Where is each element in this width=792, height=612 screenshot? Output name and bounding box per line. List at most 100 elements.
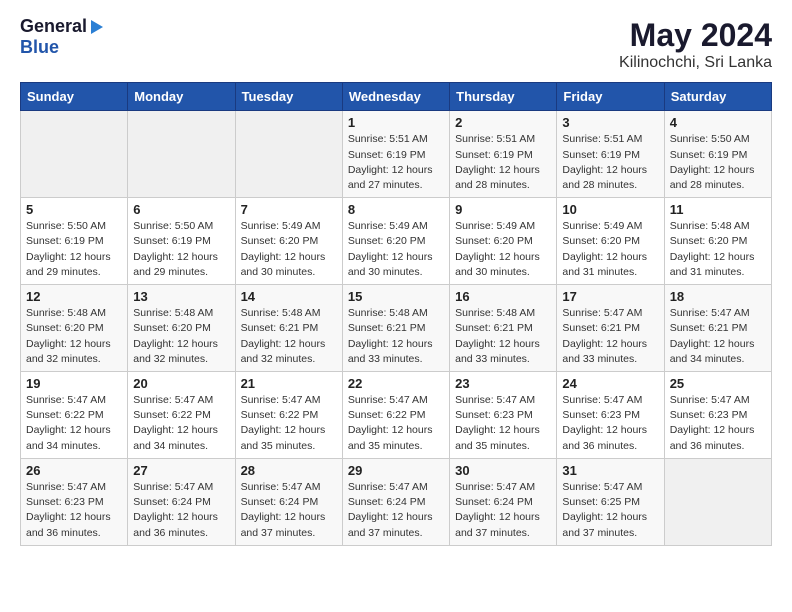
calendar-title: May 2024 [619,16,772,54]
calendar-cell [235,111,342,198]
day-info: Sunrise: 5:47 AM Sunset: 6:23 PM Dayligh… [455,393,551,454]
calendar-cell: 19 Sunrise: 5:47 AM Sunset: 6:22 PM Dayli… [21,372,128,459]
calendar-cell: 11 Sunrise: 5:48 AM Sunset: 6:20 PM Dayli… [664,198,771,285]
calendar-cell: 6 Sunrise: 5:50 AM Sunset: 6:19 PM Daylig… [128,198,235,285]
calendar-week-row: 19 Sunrise: 5:47 AM Sunset: 6:22 PM Dayli… [21,372,772,459]
day-number: 15 [348,289,444,304]
day-number: 17 [562,289,658,304]
logo: General Blue [20,16,103,58]
day-number: 5 [26,202,122,217]
title-area: May 2024 Kilinochchi, Sri Lanka [619,16,772,72]
day-number: 29 [348,463,444,478]
calendar-cell: 30 Sunrise: 5:47 AM Sunset: 6:24 PM Dayli… [450,458,557,545]
day-number: 10 [562,202,658,217]
day-info: Sunrise: 5:48 AM Sunset: 6:20 PM Dayligh… [26,306,122,367]
calendar-week-row: 26 Sunrise: 5:47 AM Sunset: 6:23 PM Dayli… [21,458,772,545]
calendar-cell: 10Sunrise: 5:49 AM Sunset: 6:20 PM Dayli… [557,198,664,285]
day-number: 30 [455,463,551,478]
calendar-day-header: Thursday [450,83,557,111]
calendar-cell: 16 Sunrise: 5:48 AM Sunset: 6:21 PM Dayli… [450,285,557,372]
day-number: 2 [455,115,551,130]
calendar-cell: 1Sunrise: 5:51 AM Sunset: 6:19 PM Daylig… [342,111,449,198]
calendar-cell: 27Sunrise: 5:47 AM Sunset: 6:24 PM Dayli… [128,458,235,545]
day-info: Sunrise: 5:47 AM Sunset: 6:24 PM Dayligh… [133,480,229,541]
day-info: Sunrise: 5:47 AM Sunset: 6:23 PM Dayligh… [562,393,658,454]
day-number: 28 [241,463,337,478]
day-info: Sunrise: 5:48 AM Sunset: 6:21 PM Dayligh… [455,306,551,367]
calendar-cell [664,458,771,545]
day-info: Sunrise: 5:48 AM Sunset: 6:20 PM Dayligh… [133,306,229,367]
calendar-cell: 24 Sunrise: 5:47 AM Sunset: 6:23 PM Dayli… [557,372,664,459]
day-number: 12 [26,289,122,304]
header: General Blue May 2024 Kilinochchi, Sri L… [20,16,772,72]
calendar-day-header: Monday [128,83,235,111]
day-info: Sunrise: 5:47 AM Sunset: 6:22 PM Dayligh… [26,393,122,454]
day-number: 20 [133,376,229,391]
day-info: Sunrise: 5:47 AM Sunset: 6:24 PM Dayligh… [348,480,444,541]
day-info: Sunrise: 5:47 AM Sunset: 6:23 PM Dayligh… [670,393,766,454]
calendar-subtitle: Kilinochchi, Sri Lanka [619,54,772,72]
calendar-table: SundayMondayTuesdayWednesdayThursdayFrid… [20,82,772,545]
day-number: 11 [670,202,766,217]
calendar-cell: 31Sunrise: 5:47 AM Sunset: 6:25 PM Dayli… [557,458,664,545]
day-number: 18 [670,289,766,304]
calendar-cell: 15 Sunrise: 5:48 AM Sunset: 6:21 PM Dayli… [342,285,449,372]
calendar-week-row: 12 Sunrise: 5:48 AM Sunset: 6:20 PM Dayli… [21,285,772,372]
day-info: Sunrise: 5:49 AM Sunset: 6:20 PM Dayligh… [348,219,444,280]
calendar-cell: 29 Sunrise: 5:47 AM Sunset: 6:24 PM Dayli… [342,458,449,545]
day-number: 26 [26,463,122,478]
day-info: Sunrise: 5:51 AM Sunset: 6:19 PM Dayligh… [455,132,551,193]
day-info: Sunrise: 5:49 AM Sunset: 6:20 PM Dayligh… [455,219,551,280]
calendar-cell: 13 Sunrise: 5:48 AM Sunset: 6:20 PM Dayli… [128,285,235,372]
calendar-cell: 9 Sunrise: 5:49 AM Sunset: 6:20 PM Daylig… [450,198,557,285]
calendar-week-row: 1 Sunrise: 5:51 AM Sunset: 6:19 PM Daylig… [21,111,772,198]
calendar-cell: 7Sunrise: 5:49 AM Sunset: 6:20 PM Daylig… [235,198,342,285]
calendar-cell: 3 Sunrise: 5:51 AM Sunset: 6:19 PM Daylig… [557,111,664,198]
day-number: 25 [670,376,766,391]
day-number: 23 [455,376,551,391]
day-info: Sunrise: 5:48 AM Sunset: 6:21 PM Dayligh… [348,306,444,367]
calendar-cell: 2 Sunrise: 5:51 AM Sunset: 6:19 PM Daylig… [450,111,557,198]
calendar-day-header: Sunday [21,83,128,111]
calendar-header-row: SundayMondayTuesdayWednesdayThursdayFrid… [21,83,772,111]
day-number: 19 [26,376,122,391]
calendar-cell: 26 Sunrise: 5:47 AM Sunset: 6:23 PM Dayli… [21,458,128,545]
calendar-cell: 18 Sunrise: 5:47 AM Sunset: 6:21 PM Dayli… [664,285,771,372]
day-info: Sunrise: 5:47 AM Sunset: 6:24 PM Dayligh… [455,480,551,541]
day-number: 22 [348,376,444,391]
calendar-cell: 28 Sunrise: 5:47 AM Sunset: 6:24 PM Dayli… [235,458,342,545]
day-info: Sunrise: 5:47 AM Sunset: 6:22 PM Dayligh… [133,393,229,454]
calendar-day-header: Tuesday [235,83,342,111]
day-info: Sunrise: 5:47 AM Sunset: 6:21 PM Dayligh… [670,306,766,367]
day-info: Sunrise: 5:51 AM Sunset: 6:19 PM Dayligh… [562,132,658,193]
calendar-day-header: Wednesday [342,83,449,111]
calendar-day-header: Friday [557,83,664,111]
day-number: 1 [348,115,444,130]
day-number: 9 [455,202,551,217]
day-info: Sunrise: 5:47 AM Sunset: 6:22 PM Dayligh… [241,393,337,454]
calendar-day-header: Saturday [664,83,771,111]
day-info: Sunrise: 5:50 AM Sunset: 6:19 PM Dayligh… [26,219,122,280]
day-number: 3 [562,115,658,130]
calendar-cell [128,111,235,198]
day-number: 7 [241,202,337,217]
day-number: 24 [562,376,658,391]
day-number: 14 [241,289,337,304]
day-number: 13 [133,289,229,304]
day-info: Sunrise: 5:50 AM Sunset: 6:19 PM Dayligh… [133,219,229,280]
day-info: Sunrise: 5:47 AM Sunset: 6:23 PM Dayligh… [26,480,122,541]
day-info: Sunrise: 5:48 AM Sunset: 6:20 PM Dayligh… [670,219,766,280]
logo-blue-text: Blue [20,37,59,57]
calendar-cell: 21Sunrise: 5:47 AM Sunset: 6:22 PM Dayli… [235,372,342,459]
calendar-cell: 20 Sunrise: 5:47 AM Sunset: 6:22 PM Dayli… [128,372,235,459]
day-number: 16 [455,289,551,304]
calendar-cell: 8Sunrise: 5:49 AM Sunset: 6:20 PM Daylig… [342,198,449,285]
calendar-cell: 25 Sunrise: 5:47 AM Sunset: 6:23 PM Dayli… [664,372,771,459]
calendar-cell: 22Sunrise: 5:47 AM Sunset: 6:22 PM Dayli… [342,372,449,459]
day-info: Sunrise: 5:47 AM Sunset: 6:24 PM Dayligh… [241,480,337,541]
day-info: Sunrise: 5:47 AM Sunset: 6:21 PM Dayligh… [562,306,658,367]
calendar-cell: 12 Sunrise: 5:48 AM Sunset: 6:20 PM Dayli… [21,285,128,372]
day-info: Sunrise: 5:47 AM Sunset: 6:25 PM Dayligh… [562,480,658,541]
calendar-cell: 4Sunrise: 5:50 AM Sunset: 6:19 PM Daylig… [664,111,771,198]
day-number: 6 [133,202,229,217]
